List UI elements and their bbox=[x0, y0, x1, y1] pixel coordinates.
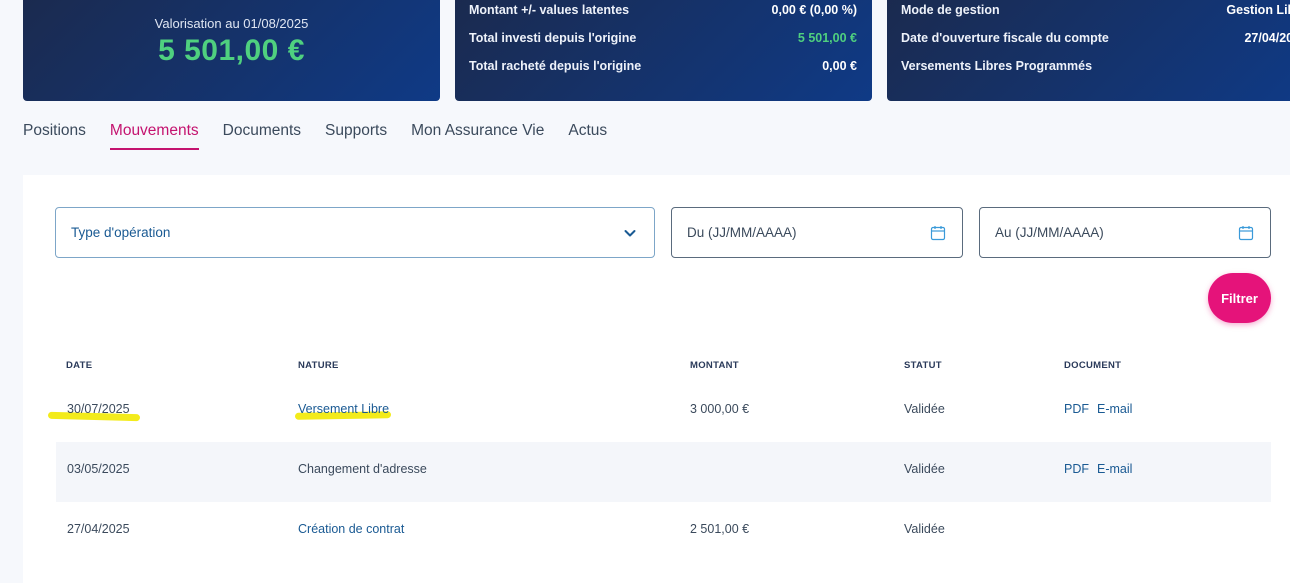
summary-label: Date d'ouverture fiscale du compte bbox=[901, 31, 1109, 45]
table-row: 27/04/2025 Création de contrat 2 501,00 … bbox=[56, 502, 1271, 562]
cell-statut: Validée bbox=[904, 522, 945, 536]
column-header-date: DATE bbox=[66, 360, 93, 371]
date-from-placeholder: Du (JJ/MM/AAAA) bbox=[687, 225, 797, 240]
date-from-input[interactable]: Du (JJ/MM/AAAA) bbox=[671, 207, 963, 258]
calendar-icon[interactable] bbox=[930, 225, 946, 241]
chevron-down-icon bbox=[622, 225, 638, 241]
table-row: 30/07/2025 Versement Libre 3 000,00 € Va… bbox=[47, 382, 1271, 442]
tab-mouvements[interactable]: Mouvements bbox=[109, 122, 199, 150]
column-header-document: DOCUMENT bbox=[1064, 360, 1122, 371]
cell-statut: Validée bbox=[904, 402, 945, 416]
summary-value: 27/04/2025 bbox=[1244, 31, 1290, 45]
cell-nature: Changement d'adresse bbox=[298, 462, 427, 476]
summary-row-total-rachete: Total racheté depuis l'origine 0,00 € bbox=[469, 59, 857, 73]
summary-row-total-investi: Total investi depuis l'origine 5 501,00 … bbox=[469, 31, 857, 45]
summary-value: 0,00 € (0,00 %) bbox=[771, 3, 857, 17]
summary-label: Montant +/- values latentes bbox=[469, 3, 630, 17]
valorisation-label: Valorisation au 01/08/2025 bbox=[154, 16, 309, 31]
tab-supports[interactable]: Supports bbox=[325, 122, 387, 150]
summary-value: 0,00 € bbox=[822, 59, 857, 73]
summary-row-mode-gestion: Mode de gestion Gestion Libre bbox=[901, 3, 1290, 17]
cell-nature-link[interactable]: Création de contrat bbox=[298, 522, 404, 536]
cell-document: PDF E-mail bbox=[1064, 462, 1140, 476]
tab-actus[interactable]: Actus bbox=[568, 122, 607, 150]
cell-statut: Validée bbox=[904, 462, 945, 476]
pdf-link[interactable]: PDF bbox=[1064, 462, 1089, 476]
email-link[interactable]: E-mail bbox=[1097, 402, 1132, 416]
mouvements-panel: Type d'opération Du (JJ/MM/AAAA) Au (JJ/… bbox=[23, 175, 1290, 583]
column-header-nature: NATURE bbox=[298, 360, 339, 371]
summary-card-values: Montant +/- values latentes 0,00 € (0,00… bbox=[455, 0, 872, 101]
cell-montant: 2 501,00 € bbox=[690, 522, 750, 536]
cell-date: 30/07/2025 bbox=[67, 402, 130, 416]
filter-button[interactable]: Filtrer bbox=[1208, 273, 1271, 323]
email-link[interactable]: E-mail bbox=[1097, 462, 1132, 476]
calendar-icon[interactable] bbox=[1238, 225, 1254, 241]
tab-mon-assurance-vie[interactable]: Mon Assurance Vie bbox=[411, 122, 544, 150]
summary-row-versements-programmes: Versements Libres Programmés - bbox=[901, 59, 1290, 73]
column-header-statut: STATUT bbox=[904, 360, 942, 371]
cell-nature-link[interactable]: Versement Libre bbox=[298, 402, 389, 416]
operation-type-select[interactable]: Type d'opération bbox=[55, 207, 655, 258]
cell-document: PDF E-mail bbox=[1064, 402, 1140, 416]
summary-card-contract: Mode de gestion Gestion Libre Date d'ouv… bbox=[887, 0, 1290, 101]
summary-label: Total racheté depuis l'origine bbox=[469, 59, 642, 73]
summary-row-plus-values: Montant +/- values latentes 0,00 € (0,00… bbox=[469, 3, 857, 17]
column-header-montant: MONTANT bbox=[690, 360, 739, 371]
tab-positions[interactable]: Positions bbox=[23, 122, 86, 150]
valorisation-amount: 5 501,00 € bbox=[158, 34, 305, 67]
summary-value: 5 501,00 € bbox=[797, 31, 857, 45]
cell-date: 27/04/2025 bbox=[67, 522, 130, 536]
tab-documents[interactable]: Documents bbox=[223, 122, 301, 150]
summary-label: Mode de gestion bbox=[901, 3, 1000, 17]
tab-bar: Positions Mouvements Documents Supports … bbox=[23, 122, 631, 150]
date-to-placeholder: Au (JJ/MM/AAAA) bbox=[995, 225, 1104, 240]
valorisation-card: Valorisation au 01/08/2025 5 501,00 € bbox=[23, 0, 440, 101]
summary-label: Versements Libres Programmés bbox=[901, 59, 1093, 73]
table-row: 03/05/2025 Changement d'adresse Validée … bbox=[56, 442, 1271, 502]
summary-row-date-ouverture: Date d'ouverture fiscale du compte 27/04… bbox=[901, 31, 1290, 45]
pdf-link[interactable]: PDF bbox=[1064, 402, 1089, 416]
summary-value: Gestion Libre bbox=[1226, 3, 1290, 17]
summary-label: Total investi depuis l'origine bbox=[469, 31, 637, 45]
cell-date: 03/05/2025 bbox=[67, 462, 130, 476]
cell-montant: 3 000,00 € bbox=[690, 402, 750, 416]
operation-type-placeholder: Type d'opération bbox=[71, 225, 171, 240]
date-to-input[interactable]: Au (JJ/MM/AAAA) bbox=[979, 207, 1271, 258]
